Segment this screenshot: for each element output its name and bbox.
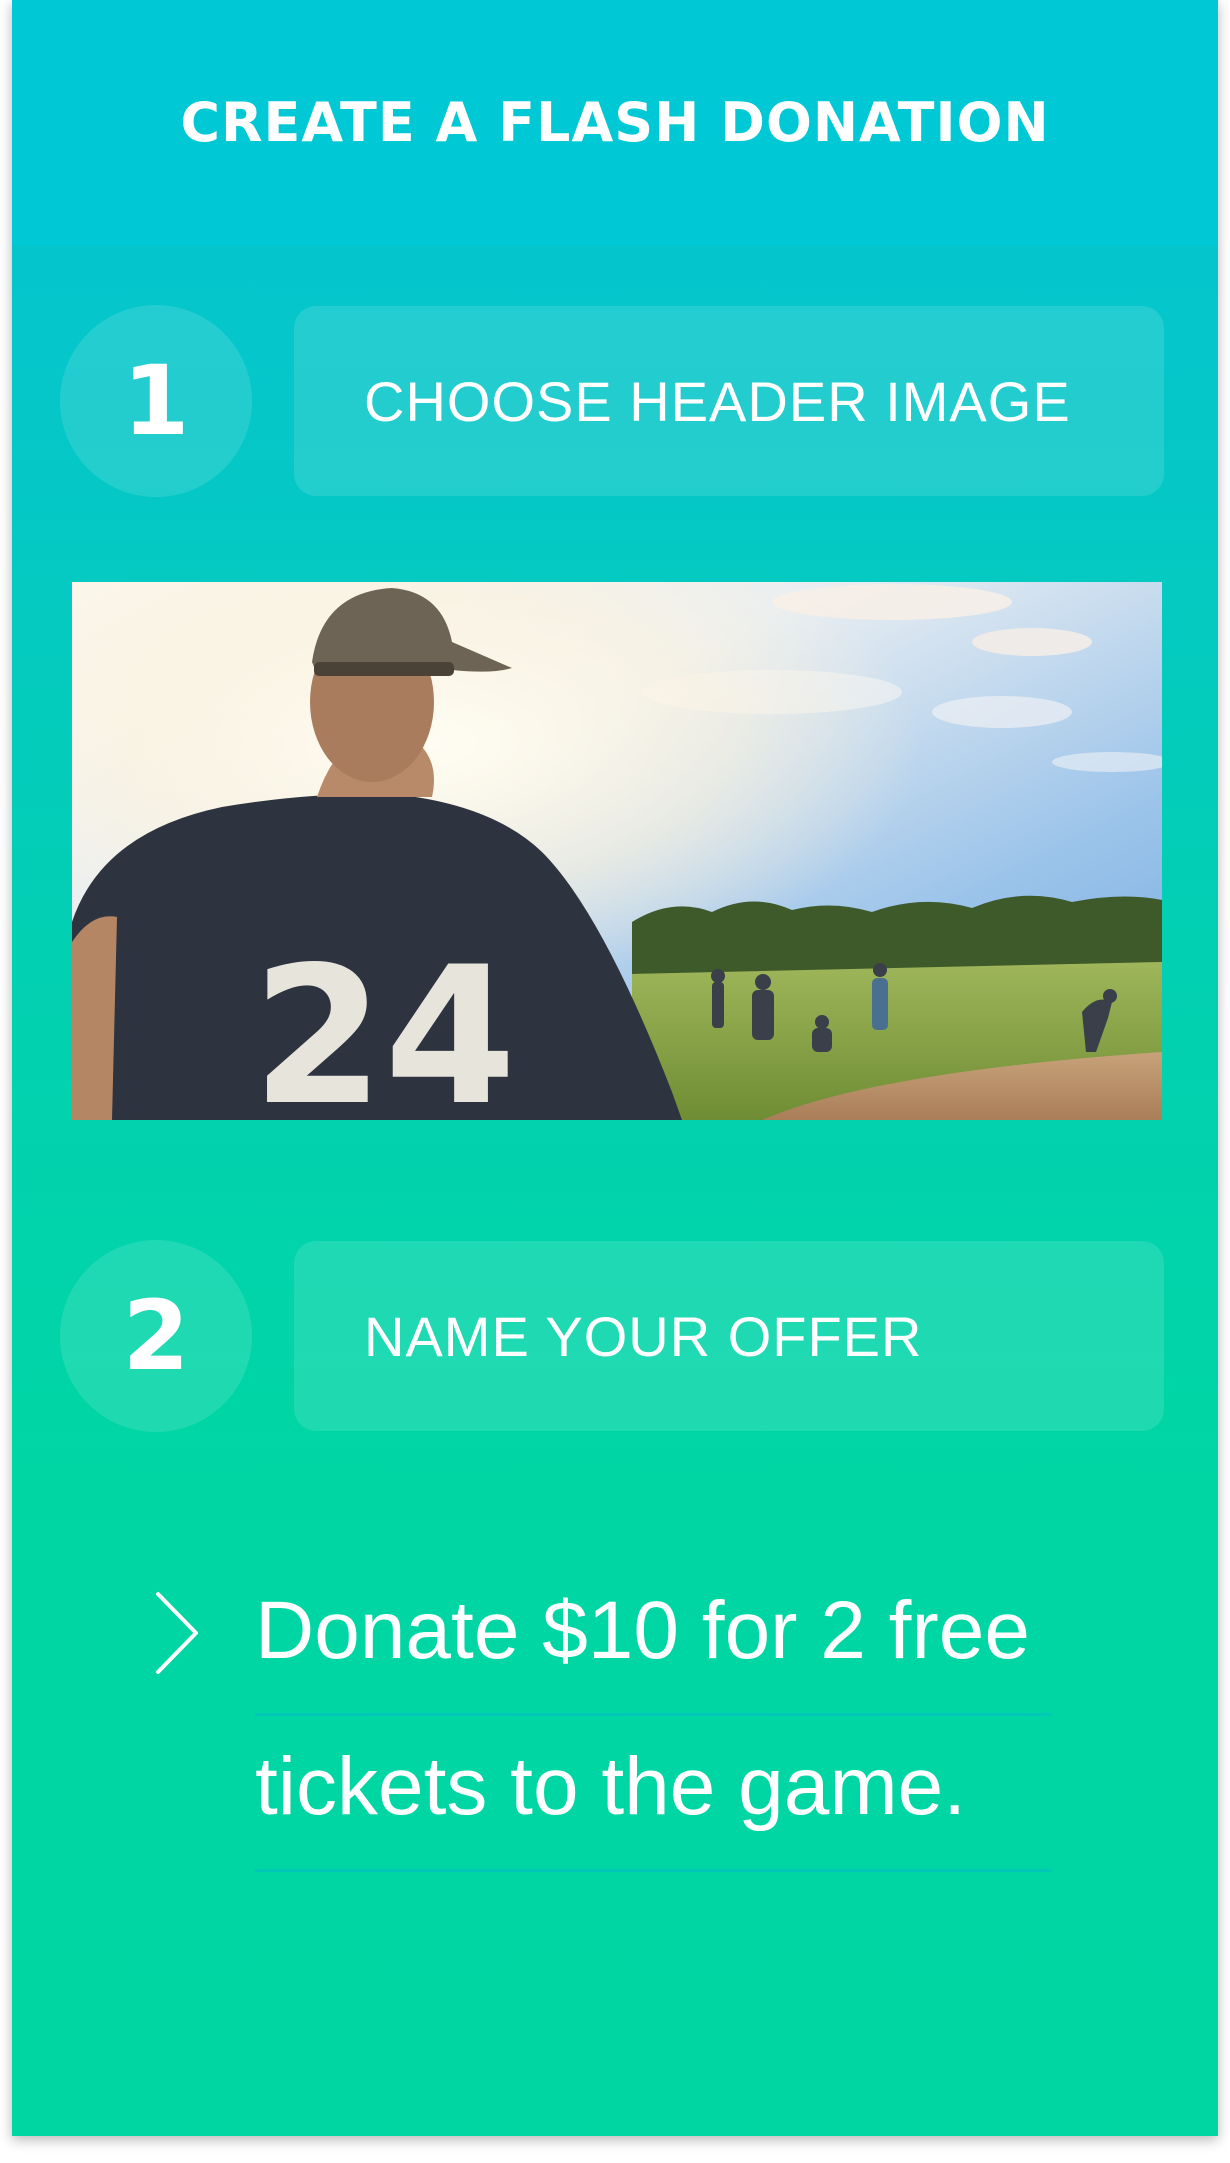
offer-line-1: Donate $10 for 2 free [255,1560,1052,1716]
flash-donation-screen: CREATE A FLASH DONATION 1 CHOOSE HEADER … [12,0,1218,2136]
page-title: CREATE A FLASH DONATION [180,91,1050,154]
name-your-offer-button[interactable]: NAME YOUR OFFER [294,1241,1164,1431]
step-2-number: 2 [60,1240,252,1432]
chevron-right-icon [156,1592,198,1674]
name-your-offer-label: NAME YOUR OFFER [364,1304,923,1368]
header-image-preview[interactable]: 24 [72,582,1162,1120]
jersey-number: 24 [252,926,516,1120]
offer-line-2: tickets to the game. [255,1716,1052,1872]
app-header: CREATE A FLASH DONATION [12,0,1218,245]
baseball-player-photo: 24 [72,582,1162,1120]
choose-header-image-button[interactable]: CHOOSE HEADER IMAGE [294,306,1164,496]
step-1-number: 1 [60,305,252,497]
choose-header-image-label: CHOOSE HEADER IMAGE [364,369,1071,433]
offer-input[interactable]: Donate $10 for 2 free tickets to the gam… [255,1560,1052,1872]
